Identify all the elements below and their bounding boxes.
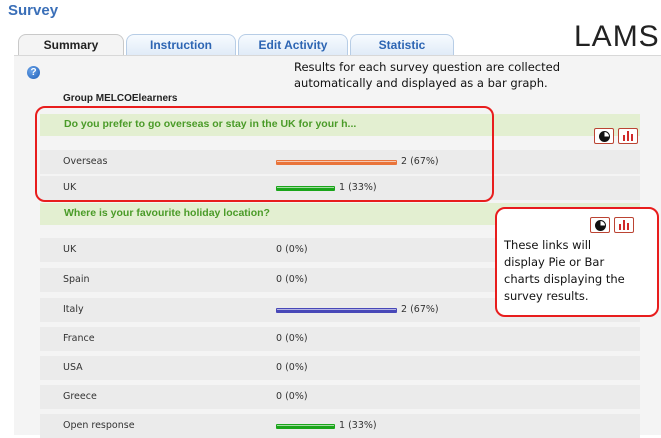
answer-value: 0 (0%) [276,333,308,344]
tab-instruction[interactable]: Instruction [126,34,236,56]
answer-label: Greece [63,391,97,402]
callout-line-2: display Pie or Bar [504,255,605,269]
callout-line-4: survey results. [504,289,589,303]
logo-text: LAMS [574,20,660,53]
bar-chart-icon[interactable] [618,128,638,144]
app-title: Survey [8,2,59,19]
tab-edit-activity[interactable]: Edit Activity [238,34,348,56]
tab-statistic[interactable]: Statistic [350,34,454,56]
answer-value: 2 (67%) [401,304,439,315]
answer-value: 0 (0%) [276,274,308,285]
tab-summary[interactable]: Summary [18,34,124,57]
answer-label: Italy [63,304,84,315]
answer-row: USA 0 (0%) [40,356,640,380]
answer-value: 0 (0%) [276,391,308,402]
question-highlight-box [35,106,494,202]
help-icon[interactable]: ? [27,66,40,79]
answer-label: UK [63,244,77,255]
callout-line-1: These links will [504,238,592,252]
annotation-top-line-2: automatically and displayed as a bar gra… [294,76,548,90]
answer-value: 0 (0%) [276,244,308,255]
answer-label: Spain [63,274,90,285]
answer-row: Greece 0 (0%) [40,385,640,409]
answer-row: Open response 1 (33%) [40,414,640,438]
answer-bar [276,424,335,429]
answer-value: 1 (33%) [339,420,377,431]
answer-value: 0 (0%) [276,362,308,373]
chart-links-callout: These links will display Pie or Bar char… [495,207,659,317]
question-2-chart-links-overlay [586,217,634,236]
annotation-top-line-1: Results for each survey question are col… [294,60,561,74]
callout-line-3: charts displaying the [504,272,625,286]
lams-logo: LAMS [574,20,660,54]
question-2-text: Where is your favourite holiday location… [64,207,270,219]
answer-label: Open response [63,420,135,431]
answer-bar [276,308,397,313]
bar-chart-icon[interactable] [614,217,634,233]
answer-label: USA [63,362,83,373]
group-name: Group MELCOElearners [63,93,178,104]
pie-chart-icon[interactable] [590,217,610,233]
answer-row: France 0 (0%) [40,327,640,351]
question-1-chart-links [590,128,638,147]
pie-chart-icon[interactable] [594,128,614,144]
answer-label: France [63,333,95,344]
